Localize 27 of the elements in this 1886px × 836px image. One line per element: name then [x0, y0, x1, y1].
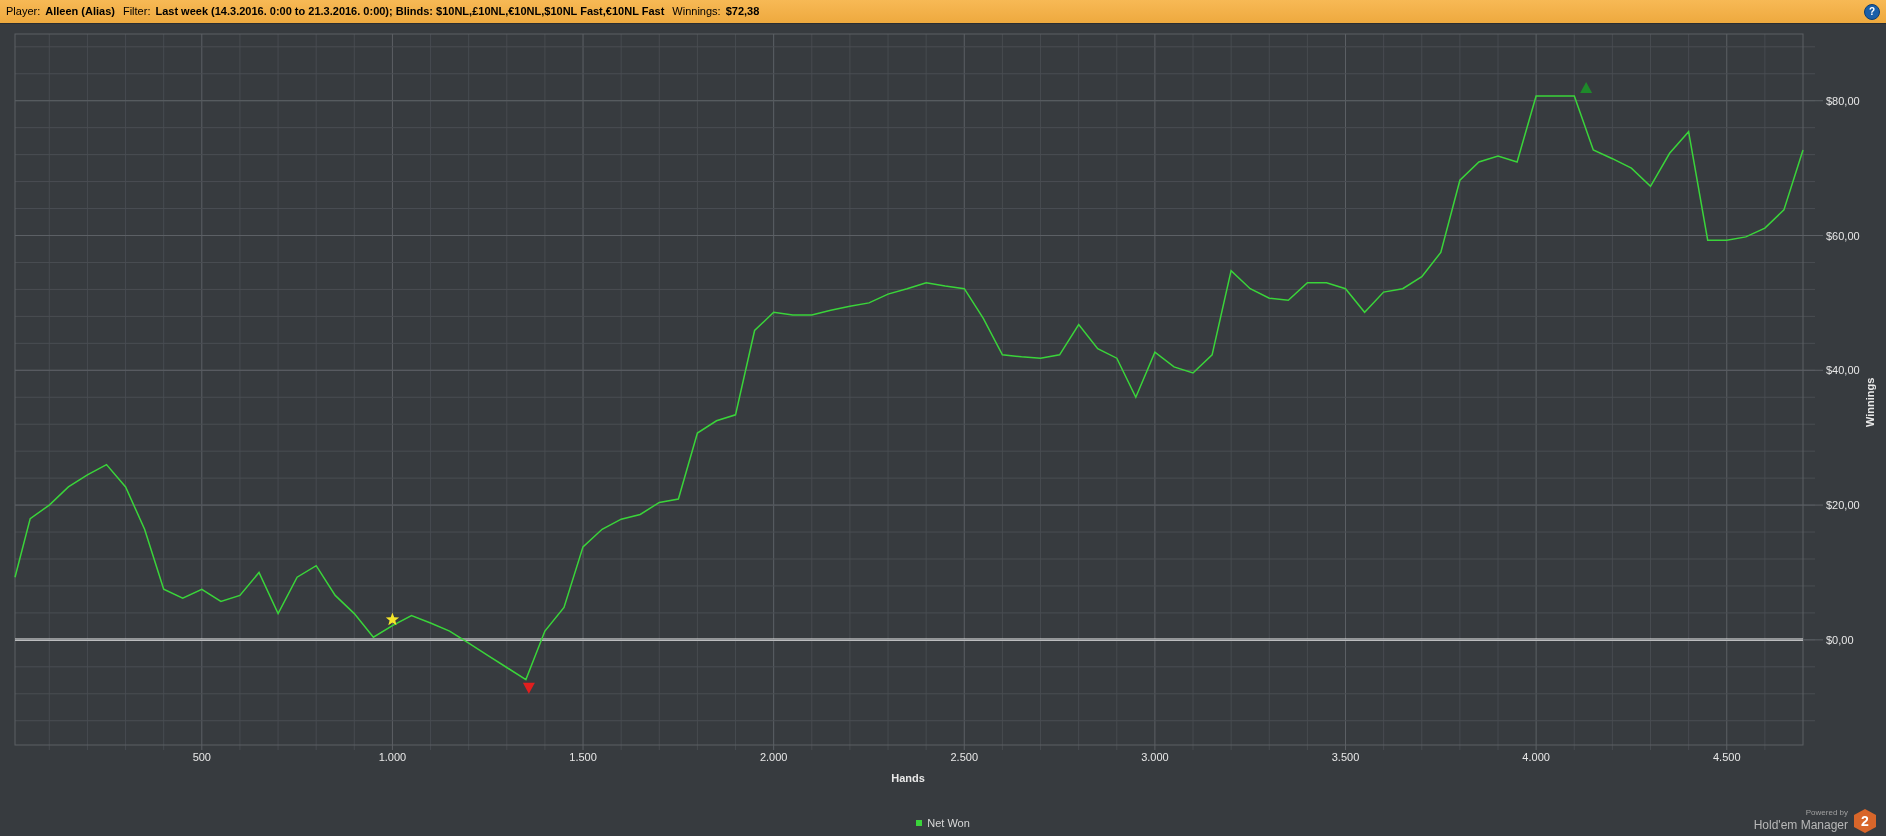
y-axis-label: $40,00: [1826, 364, 1860, 377]
x-axis-title: Hands: [891, 772, 925, 784]
help-button[interactable]: ?: [1864, 3, 1880, 20]
x-axis-label: 500: [192, 751, 211, 763]
y-axis-label: $60,00: [1826, 229, 1860, 242]
y-axis-title: Winnings: [1864, 377, 1876, 427]
x-axis-label: 1.500: [569, 751, 597, 763]
field-label: Filter:: [122, 4, 151, 20]
x-axis-label: 3.000: [1141, 751, 1169, 763]
y-axis-label: $20,00: [1826, 499, 1860, 512]
field-value: Last week (14.3.2016. 0:00 to 21.3.2016. 0:00); Blinds: $10NL,£10NL,€10NL,$10NL Fast,€10NL Fast: [155, 4, 665, 20]
x-axis-label: 1.000: [378, 751, 407, 763]
field-label: Winnings:: [672, 4, 721, 20]
logo-badge: 2: [1854, 809, 1876, 833]
y-axis-label: $80,00: [1826, 94, 1860, 107]
x-axis-label: 3.500: [1331, 751, 1360, 763]
legend-label: Net Won: [927, 815, 970, 831]
field-value: $72,38: [725, 4, 760, 20]
y-axis-label: $0,00: [1826, 633, 1854, 646]
field-value: Alleen (Alias): [45, 4, 115, 20]
x-axis-label: 2.500: [950, 751, 979, 763]
field-label: Player:: [6, 4, 41, 20]
powered-by-text: Powered by: [1805, 808, 1848, 818]
x-axis-label: 4.000: [1522, 751, 1550, 763]
x-axis-label: 2.000: [759, 751, 788, 763]
x-axis-label: 4.500: [1713, 751, 1741, 763]
product-name: Hold'em Manager: [1753, 818, 1848, 833]
